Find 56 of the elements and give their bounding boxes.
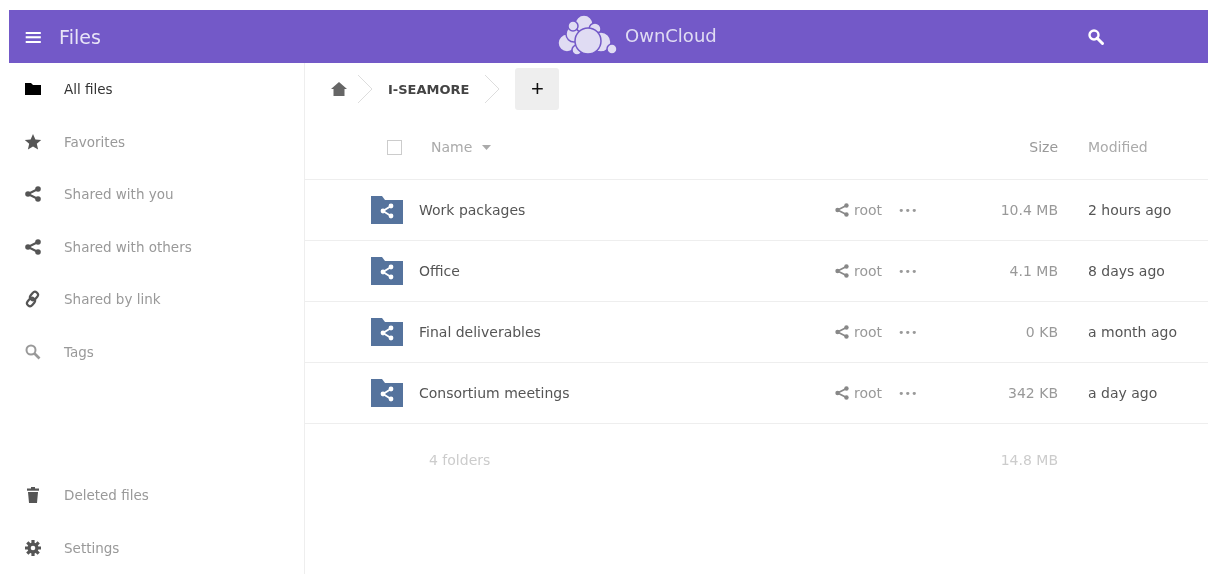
star-icon xyxy=(24,132,42,151)
file-name[interactable]: Office xyxy=(419,263,460,279)
file-size: 0 KB xyxy=(1024,324,1058,340)
modified-time: 2 hours ago xyxy=(1087,202,1173,218)
share-icon[interactable] xyxy=(834,202,850,218)
owner-label: root xyxy=(854,202,884,218)
sidebar-item[interactable]: Deleted files xyxy=(0,469,304,522)
search-icon xyxy=(24,342,42,361)
more-actions-button[interactable]: ••• xyxy=(898,325,928,339)
sidebar-item[interactable]: Tags xyxy=(0,325,304,378)
share-icon[interactable] xyxy=(834,385,850,401)
breadcrumb-item[interactable]: I-SEAMORE xyxy=(388,81,470,97)
trash-icon xyxy=(24,486,42,505)
file-name[interactable]: Consortium meetings xyxy=(419,385,570,401)
file-name[interactable]: Final deliverables xyxy=(419,324,541,340)
owner-label: root xyxy=(854,324,884,340)
more-actions-button[interactable]: ••• xyxy=(898,203,928,217)
shared-folder-icon xyxy=(371,196,403,224)
sidebar-item[interactable]: Settings xyxy=(0,521,304,574)
brand-name: OwnCloud xyxy=(625,24,717,46)
shared-folder-icon xyxy=(371,379,403,407)
sidebar-item[interactable]: Favorites xyxy=(0,115,304,168)
sidebar-item[interactable]: All files xyxy=(0,63,304,116)
shared-folder-icon xyxy=(371,318,403,346)
more-actions-button[interactable]: ••• xyxy=(898,386,928,400)
share-icon xyxy=(24,237,42,256)
share-icon xyxy=(24,185,42,204)
column-header[interactable]: Modified xyxy=(1058,139,1188,155)
sidebar-item[interactable]: Shared by link xyxy=(0,273,304,326)
cloud-logo-icon xyxy=(557,14,619,56)
owner-label: root xyxy=(854,385,884,401)
search-icon[interactable] xyxy=(1087,28,1105,46)
sidebar-item[interactable]: Shared with you xyxy=(0,168,304,221)
sidebar-item[interactable]: Shared with others xyxy=(0,220,304,273)
menu-icon[interactable]: ≡ xyxy=(23,24,44,49)
modified-time: a month ago xyxy=(1087,324,1178,340)
add-button[interactable]: + xyxy=(515,68,560,110)
more-actions-button[interactable]: ••• xyxy=(898,264,928,278)
modified-time: a day ago xyxy=(1087,385,1159,401)
file-name[interactable]: Work packages xyxy=(419,202,526,218)
select-all-checkbox[interactable] xyxy=(387,139,402,155)
sort-caret-icon xyxy=(482,144,492,150)
file-size: 10.4 MB xyxy=(999,202,1058,218)
link-icon xyxy=(24,290,42,309)
file-size: 342 KB xyxy=(1007,385,1058,401)
column-header[interactable]: Name xyxy=(431,139,473,155)
shared-folder-icon xyxy=(371,257,403,285)
home-icon[interactable] xyxy=(330,81,348,97)
column-header[interactable]: Size xyxy=(928,139,1058,155)
file-size: 4.1 MB xyxy=(1008,263,1058,279)
owner-label: root xyxy=(854,263,884,279)
share-icon[interactable] xyxy=(834,324,850,340)
gear-icon xyxy=(24,538,42,557)
modified-time: 8 days ago xyxy=(1087,263,1166,279)
share-icon[interactable] xyxy=(834,263,850,279)
app-title: Files xyxy=(59,25,101,48)
